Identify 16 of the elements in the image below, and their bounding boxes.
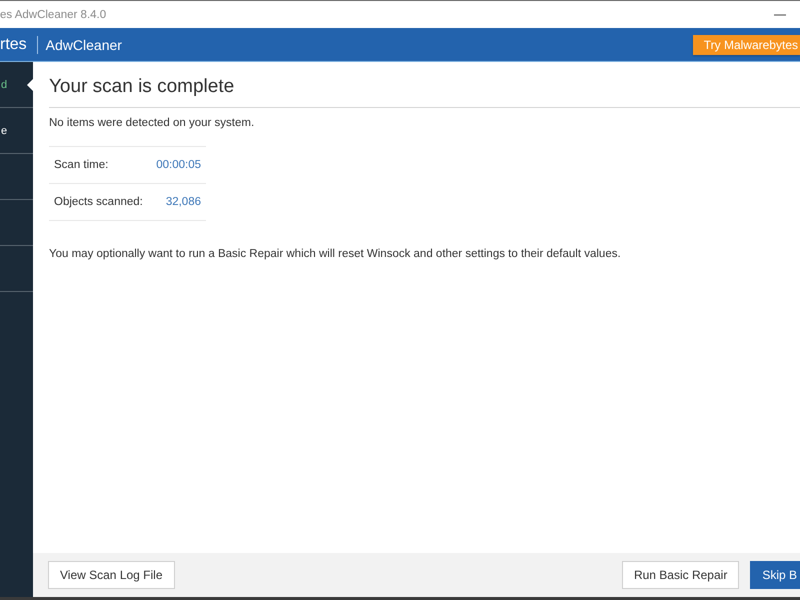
brand-name: rtes [0,36,27,54]
footer-button[interactable]: Run Basic Repair [622,561,740,589]
sidebar-item[interactable]: e [0,108,33,154]
stat-value: 00:00:05 [156,159,201,171]
footer-button[interactable]: View Scan Log File [48,561,175,589]
stat-label: Scan time: [54,159,108,171]
skip-button[interactable]: Skip B [750,561,800,589]
stat-label: Objects scanned: [54,196,143,208]
summary-text: No items were detected on your system. [49,116,254,130]
window-title: es AdwCleaner 8.4.0 [0,8,106,20]
product-name: AdwCleaner [46,36,122,52]
page-title: Your scan is complete [49,75,234,99]
selection-notch-icon [27,79,33,91]
sidebar-item[interactable]: d [0,62,33,108]
repair-note: You may optionally want to run a Basic Repair which will reset Winsock and other settings to their default values. [49,247,621,261]
stat-value: 32,086 [166,196,201,208]
